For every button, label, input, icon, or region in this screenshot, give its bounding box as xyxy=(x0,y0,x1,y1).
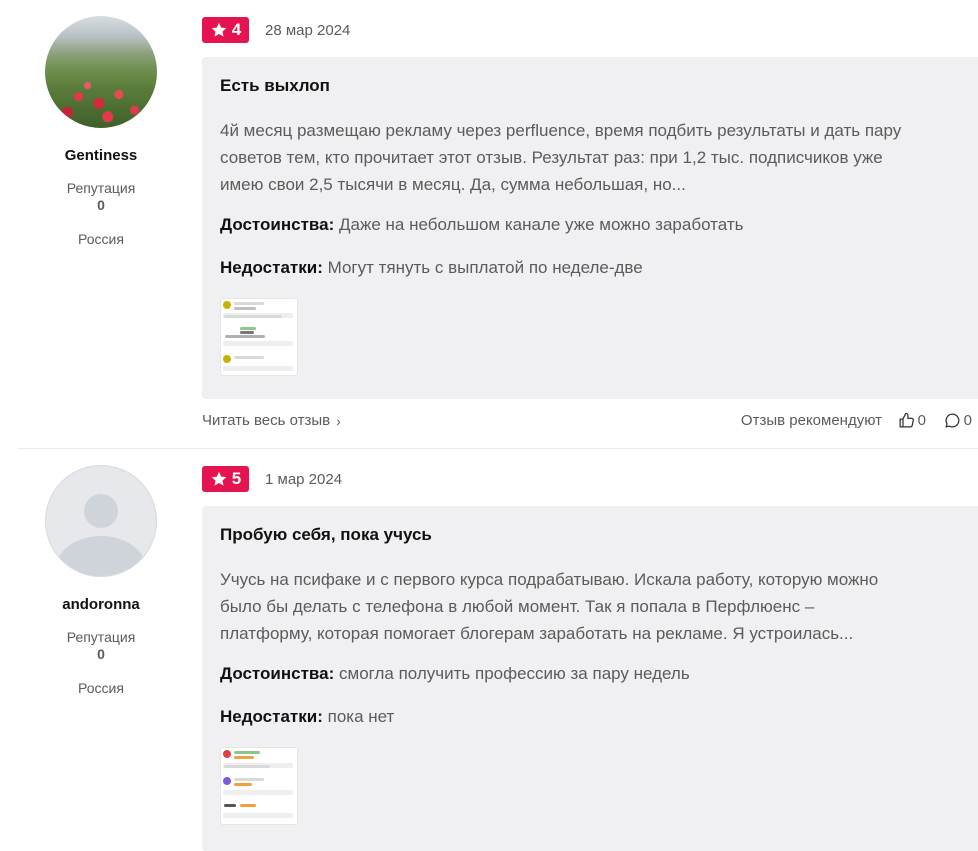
review-author: andoronna Репутация 0 Россия xyxy=(18,449,184,696)
review-image-thumbnail[interactable] xyxy=(220,298,298,376)
review-text: 4й месяц размещаю рекламу через perfluen… xyxy=(220,121,902,194)
pros-text: смогла получить профессию за пару недель xyxy=(339,664,690,683)
rating-value: 5 xyxy=(231,469,242,488)
author-name[interactable]: Gentiness xyxy=(18,147,184,164)
review-item: Gentiness Репутация 0 Россия 4 28 мар 20… xyxy=(18,0,978,448)
review-title[interactable]: Есть выхлоп xyxy=(220,76,964,96)
reputation-value: 0 xyxy=(97,646,105,662)
thumbs-up-icon xyxy=(899,412,914,428)
review-text: Учусь на псифаке и с первого курса подра… xyxy=(220,570,879,643)
cons-text: Могут тянуть с выплатой по неделе-две xyxy=(327,258,643,277)
review-date: 28 мар 2024 xyxy=(265,21,351,39)
comment-icon xyxy=(945,413,960,428)
review-author: Gentiness Репутация 0 Россия xyxy=(18,0,184,247)
reputation-label: Репутация xyxy=(66,629,136,645)
review-title[interactable]: Пробую себя, пока учусь xyxy=(220,525,964,545)
avatar[interactable] xyxy=(45,16,157,128)
pros-label: Достоинства: xyxy=(220,215,335,234)
reputation-value: 0 xyxy=(97,197,105,213)
review-card: Есть выхлоп 4й месяц размещаю рекламу че… xyxy=(202,57,978,399)
review-pros: Достоинства: смогла получить профессию з… xyxy=(220,664,964,684)
review-item: andoronna Репутация 0 Россия 5 1 мар 202… xyxy=(18,449,978,851)
review-pros: Достоинства: Даже на небольшом канале уж… xyxy=(220,215,964,235)
reputation-label: Репутация xyxy=(66,180,136,196)
review-card: Пробую себя, пока учусь Учусь на псифаке… xyxy=(202,506,978,851)
comments-count: 0 xyxy=(963,412,972,429)
recommend-label: Отзыв рекомендуют xyxy=(740,412,882,429)
cons-text: пока нет xyxy=(327,707,395,726)
rating-row: 4 28 мар 2024 xyxy=(202,17,350,43)
review-date: 1 мар 2024 xyxy=(265,470,343,488)
author-name[interactable]: andoronna xyxy=(18,596,184,613)
review-cons: Недостатки: пока нет xyxy=(220,707,964,727)
pros-text: Даже на небольшом канале уже можно зараб… xyxy=(339,215,744,234)
review-image-thumbnail[interactable] xyxy=(220,747,298,825)
comments-button[interactable]: 0 xyxy=(944,412,972,429)
read-full-review-link[interactable]: Читать весь отзыв › xyxy=(202,412,341,429)
author-country: Россия xyxy=(78,680,124,696)
rating-badge: 4 xyxy=(202,17,249,43)
avatar[interactable] xyxy=(45,465,157,577)
rating-row: 5 1 мар 2024 xyxy=(202,466,342,492)
review-cons: Недостатки: Могут тянуть с выплатой по н… xyxy=(220,258,964,278)
author-country: Россия xyxy=(78,231,124,247)
cons-label: Недостатки: xyxy=(220,258,323,277)
pros-label: Достоинства: xyxy=(220,664,335,683)
star-icon xyxy=(211,22,227,37)
cons-label: Недостатки: xyxy=(220,707,323,726)
chevron-right-icon: › xyxy=(336,412,341,429)
review-footer: Читать весь отзыв › Отзыв рекомендуют 0 … xyxy=(202,412,978,432)
rating-value: 4 xyxy=(231,20,242,39)
star-icon xyxy=(211,471,227,486)
likes-count: 0 xyxy=(917,412,926,429)
rating-badge: 5 xyxy=(202,466,249,492)
read-more-label: Читать весь отзыв xyxy=(202,412,331,429)
like-button[interactable]: 0 xyxy=(898,412,926,429)
